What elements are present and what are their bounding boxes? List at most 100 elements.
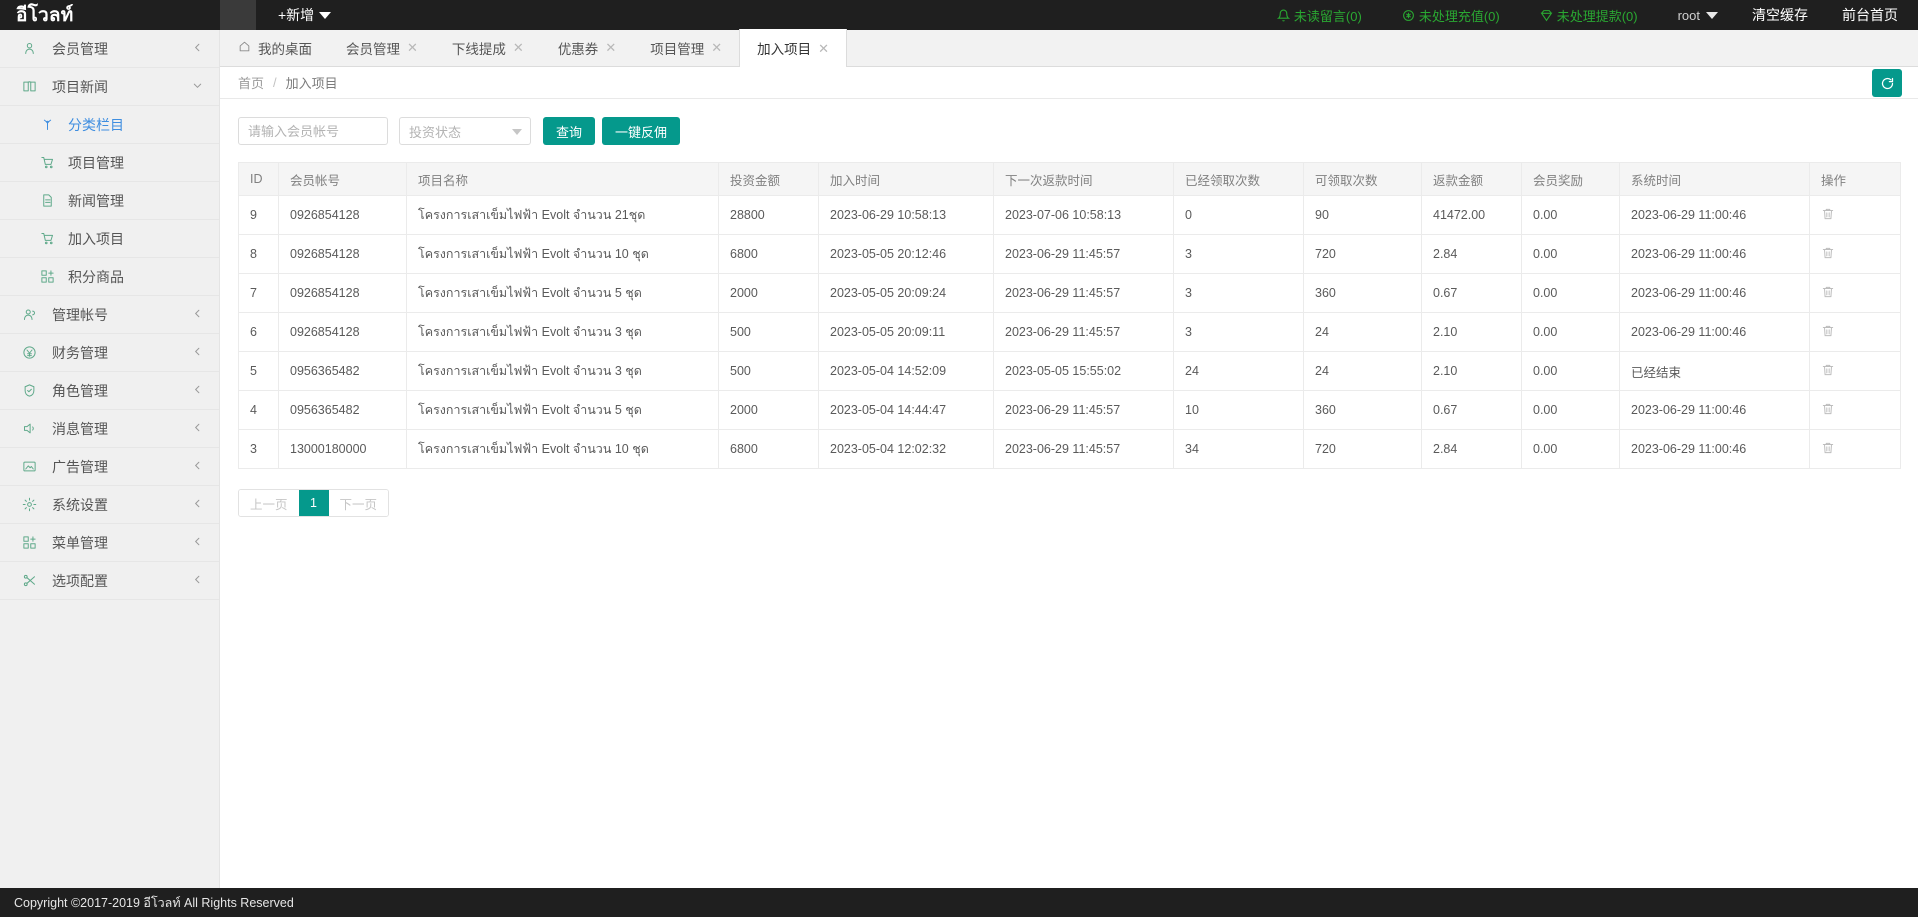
cell-project: โครงการเสาเข็มไฟฟ้า Evolt จำนวน 5 ชุด [407,391,719,430]
cell-bonus: 0.00 [1522,430,1620,469]
sidebar-item-4[interactable]: 项目管理 [0,144,219,182]
sidebar-item-6[interactable]: 加入项目 [0,220,219,258]
cell-account: 0926854128 [279,196,407,235]
close-icon[interactable]: ✕ [711,41,722,54]
chevron-down-icon [1706,12,1718,19]
hamburger-icon[interactable] [220,0,256,30]
tab-6[interactable]: 加入项目 ✕ [739,29,847,67]
close-icon[interactable]: ✕ [407,41,418,54]
refresh-icon[interactable] [1872,69,1902,97]
sidebar-item-label: 菜单管理 [44,533,192,553]
sidebar-item-8[interactable]: 管理帐号 [0,296,219,334]
pagination-page-1[interactable]: 1 [299,490,329,516]
cell-account: 0956365482 [279,391,407,430]
cell-rebate-amount: 0.67 [1422,391,1522,430]
close-icon[interactable]: ✕ [605,41,616,54]
one-click-rebate-button[interactable]: 一键反佣 [602,117,680,145]
front-page-link[interactable]: 前台首页 [1842,5,1898,25]
tab-2[interactable]: 会员管理✕ [329,29,435,66]
gear-icon [22,497,44,512]
pending-deposit-link[interactable]: 未处理充值(0) [1402,6,1500,25]
sidebar-item-5[interactable]: 新闻管理 [0,182,219,220]
investment-status-select[interactable]: 投资状态 [399,117,531,145]
pagination-prev[interactable]: 上一页 [239,490,299,516]
sidebar-item-label: 项目新闻 [44,77,192,97]
cell-amount: 2000 [719,391,819,430]
chevron-down-icon [512,129,522,135]
delete-icon[interactable] [1821,246,1835,263]
sidebar-item-11[interactable]: 消息管理 [0,410,219,448]
sidebar-item-3[interactable]: 分类栏目 [0,106,219,144]
tab-4[interactable]: 优惠券 ✕ [541,29,633,66]
status-select-value: 投资状态 [409,122,461,141]
sidebar-item-1[interactable]: 会员管理 [0,30,219,68]
cell-rebate-amount: 2.10 [1422,313,1522,352]
add-new-dropdown[interactable]: +新增 [278,5,331,25]
delete-icon[interactable] [1821,363,1835,380]
chevron-left-icon [192,536,203,549]
grid-icon [40,269,60,284]
unread-messages-link[interactable]: 未读留言(0) [1277,6,1362,25]
chevron-left-icon [192,460,203,473]
sidebar-item-13[interactable]: 系统设置 [0,486,219,524]
column-header-1: ID [239,163,279,196]
user-menu[interactable]: root [1678,8,1718,23]
sidebar-item-2[interactable]: 项目新闻 [0,68,219,106]
cell-join-time: 2023-05-05 20:09:24 [819,274,994,313]
chevron-left-icon [192,574,203,587]
sidebar-item-label: 积分商品 [60,267,203,287]
sidebar-item-14[interactable]: 菜单管理 [0,524,219,562]
close-icon[interactable]: ✕ [513,41,524,54]
cell-project: โครงการเสาเข็มไฟฟ้า Evolt จำนวน 21ชุด [407,196,719,235]
top-header-bar: อีโวลท์ +新增 未读留言(0) 未处理充值(0) [0,0,1918,30]
home-icon [238,40,251,56]
cell-claimed: 10 [1174,391,1304,430]
clear-cache-button[interactable]: 清空缓存 [1752,5,1808,25]
table-row: 80926854128โครงการเสาเข็มไฟฟ้า Evolt จำน… [239,235,1901,274]
search-input[interactable] [238,117,388,145]
table-row: 40956365482โครงการเสาเข็มไฟฟ้า Evolt จำน… [239,391,1901,430]
breadcrumb-home[interactable]: 首页 [238,73,264,92]
pagination-next[interactable]: 下一页 [329,490,389,516]
tab-label: 加入项目 [757,38,811,58]
column-header-5: 加入时间 [819,163,994,196]
sidebar-item-9[interactable]: 财务管理 [0,334,219,372]
cell-join-time: 2023-05-05 20:12:46 [819,235,994,274]
close-icon[interactable]: ✕ [818,42,829,55]
tab-1[interactable]: 我的桌面 [220,29,329,66]
cell-join-time: 2023-05-04 12:02:32 [819,430,994,469]
cell-claimable: 720 [1304,235,1422,274]
pending-withdraw-link[interactable]: 未处理提款(0) [1540,6,1638,25]
cell-action [1810,313,1901,352]
cell-join-time: 2023-05-04 14:44:47 [819,391,994,430]
tab-5[interactable]: 项目管理✕ [633,29,739,66]
delete-icon[interactable] [1821,402,1835,419]
column-header-7: 已经领取次数 [1174,163,1304,196]
sidebar-item-7[interactable]: 积分商品 [0,258,219,296]
cell-bonus: 0.00 [1522,196,1620,235]
column-header-12: 操作 [1810,163,1901,196]
delete-icon[interactable] [1821,285,1835,302]
sidebar-item-15[interactable]: 选项配置 [0,562,219,600]
cell-account: 0926854128 [279,313,407,352]
delete-icon[interactable] [1821,441,1835,458]
cell-system-time: 已经结束 [1620,352,1810,391]
tab-label: 我的桌面 [258,38,312,58]
cell-id: 6 [239,313,279,352]
sidebar-item-label: 系统设置 [44,495,192,515]
chevron-left-icon [192,498,203,511]
delete-icon[interactable] [1821,324,1835,341]
cell-project: โครงการเสาเข็มไฟฟ้า Evolt จำนวน 10 ชุด [407,235,719,274]
cell-next-rebate: 2023-07-06 10:58:13 [994,196,1174,235]
cell-join-time: 2023-05-05 20:09:11 [819,313,994,352]
pending-deposit-label: 未处理充值(0) [1419,6,1500,25]
copyright-text: Copyright ©2017-2019 อีโวลท์ All Rights … [14,893,294,913]
sidebar-item-12[interactable]: 广告管理 [0,448,219,486]
tab-label: 优惠券 [558,38,599,58]
breadcrumb-current: 加入项目 [286,73,338,92]
tab-3[interactable]: 下线提成✕ [435,29,541,66]
delete-icon[interactable] [1821,207,1835,224]
sidebar-item-10[interactable]: 角色管理 [0,372,219,410]
chevron-left-icon [192,422,203,435]
query-button[interactable]: 查询 [543,117,595,145]
